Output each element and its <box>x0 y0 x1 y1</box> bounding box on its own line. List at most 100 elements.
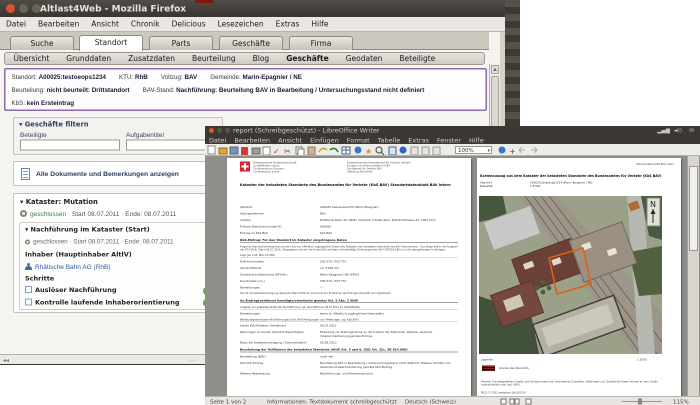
task-icon <box>25 298 32 306</box>
writer-toolbar: ✓ ✂ ★ 100% + <box>205 144 700 156</box>
svg-text:+: + <box>509 147 516 155</box>
nachfuehrung-header[interactable]: ▾ Nachführung im Kataster (Start) <box>25 226 150 234</box>
window-title: report (Schreibgeschützt) - LibreOffice … <box>233 127 380 135</box>
nachfuehrung-box: ▾ Nachführung im Kataster (Start) geschl… <box>19 222 217 310</box>
app-subtab[interactable]: Grunddaten <box>58 53 120 65</box>
close-button[interactable] <box>6 4 15 13</box>
app-subtab[interactable]: Geodaten <box>337 53 391 65</box>
menu-item[interactable]: Datei <box>0 17 32 31</box>
writer-window: report (Schreibgeschützt) - LibreOffice … <box>205 126 700 405</box>
minimize-button[interactable] <box>19 4 28 13</box>
page-indicator[interactable]: Seite 1 von 2 <box>210 399 246 405</box>
svg-text:✂: ✂ <box>284 147 291 155</box>
standort-info-box: Standort: A00025:testoeops1234 KTU: RhB Vo… <box>4 68 487 111</box>
app-tab[interactable]: Parts <box>149 36 213 50</box>
app-tab[interactable]: Geschäfte <box>219 36 283 50</box>
zoom-percent[interactable]: 115% <box>673 399 689 405</box>
app-subtab[interactable]: Beurteilung <box>184 53 245 65</box>
documents-link-box[interactable]: Alle Dokumente und Bemerkungen anzeigen <box>13 161 223 186</box>
swiss-flag-logo <box>240 161 250 172</box>
writer-menubar: Datei Bearbeiten Ansicht Einfügen Format Tabe… <box>205 135 700 145</box>
app-subtab[interactable]: Übersicht <box>5 53 58 65</box>
app-tab[interactable]: Firma <box>289 36 353 50</box>
kataster-header[interactable]: ▾ Kataster: Mutation <box>20 198 98 206</box>
menu-item[interactable]: Delicious <box>166 17 212 31</box>
hinweis-text: Hinweis: Die dargestellten Inhalte und U… <box>481 380 658 387</box>
app-tabstrip: Suche Standort Parts Geschäfte Firma <box>0 32 489 51</box>
north-arrow: N <box>646 197 661 227</box>
schritt-row[interactable]: Kontrolle laufende Inhaberorientierung <box>25 298 205 312</box>
vertical-scrollbar[interactable] <box>687 156 699 396</box>
maximize-button[interactable] <box>225 128 230 133</box>
document-area: Schweizerische Eidgenossenschaft Confédér… <box>205 156 700 396</box>
gear-icon <box>20 210 27 217</box>
field-label: Beteiligte <box>20 131 47 139</box>
document-page-2: Standortdatenblatt BAV intern Kartenausz… <box>477 158 681 396</box>
kataster-mutation-box: ▾ Kataster: Mutation geschlossen · Start… <box>13 193 223 313</box>
schritt-row[interactable]: Auslöser Nachführung <box>25 286 205 299</box>
app-tab[interactable]: Standort <box>79 35 143 51</box>
document-page-1: Schweizerische Eidgenossenschaft Confédér… <box>227 158 471 396</box>
svg-text:✓: ✓ <box>273 147 280 155</box>
menu-item[interactable]: Chronik <box>125 17 166 31</box>
map-title: Kartenauszug aus dem Kataster der belast… <box>480 174 662 178</box>
field-label: Aufgabentitel <box>126 131 164 139</box>
inhaber-row[interactable]: Rhätische Bahn AG (RhB) <box>25 263 111 271</box>
scroll-up-arrow[interactable]: ▲ <box>491 65 499 74</box>
nav-icons[interactable]: + <box>497 145 557 155</box>
close-button[interactable] <box>209 128 214 133</box>
svg-text:★: ★ <box>365 147 372 155</box>
app-subtabs: Übersicht Grunddaten Zusatzdaten Beurteilun… <box>4 52 485 65</box>
legend-label: Legende <box>481 358 493 362</box>
language-indicator[interactable]: Deutsch (Schweiz) <box>405 399 456 405</box>
volume-icon[interactable]: ◄)) <box>673 127 682 134</box>
kataster-status: geschlossen · Start 08.07.2011 · Ende: 0… <box>20 210 176 218</box>
app-subtab[interactable]: Beteiligte <box>391 53 444 65</box>
beteiligte-input[interactable] <box>20 139 120 151</box>
legend-item-label: Grenze des Standorts <box>499 366 529 370</box>
toolbar-icons[interactable]: ✓ ✂ ★ <box>207 145 452 155</box>
person-icon <box>25 263 32 270</box>
app-subtab[interactable]: Blog <box>244 53 278 65</box>
scroll-left-arrow[interactable]: ◂◂ <box>3 357 9 364</box>
zoom-slider[interactable] <box>620 398 665 405</box>
app-subtab[interactable]: Zusatzdaten <box>120 53 184 65</box>
menu-item[interactable]: Bearbeiten <box>32 17 85 31</box>
scroll-handle[interactable]: ⋯ <box>190 357 196 364</box>
menu-item[interactable]: Extras <box>270 17 306 31</box>
mail-icon[interactable]: ✉ <box>689 127 694 134</box>
nachfuehrung-status: geschlossen · Start 08.07.2011 · Ende: 0… <box>25 238 173 245</box>
document-info[interactable]: Informationen: Textdokument schreibgesch… <box>267 399 397 405</box>
documents-link[interactable]: Alle Dokumente und Bemerkungen anzeigen <box>36 170 179 178</box>
zoom-combo[interactable]: 100% <box>455 146 492 154</box>
legend-swatch <box>482 365 495 371</box>
filter-header[interactable]: ▾ Geschäfte filtern <box>19 121 89 129</box>
satellite-map: N <box>479 196 662 354</box>
network-icon[interactable]: ▂▄▆ <box>657 127 670 134</box>
inhaber-label: Inhaber (Hauptinhaber AltlV) <box>25 251 132 259</box>
app-subtab[interactable]: Geschäfte <box>278 53 337 65</box>
scroll-thumb[interactable] <box>689 166 698 251</box>
view-layout-icons[interactable] <box>500 398 540 405</box>
menu-item[interactable]: Hilfe <box>305 17 334 31</box>
writer-statusbar: Seite 1 von 2 Informationen: Textdokumen… <box>205 396 700 405</box>
menu-item[interactable]: Ansicht <box>85 17 125 31</box>
report-title: Kataster der belasteten Standorte des Bu… <box>240 183 451 187</box>
task-icon <box>25 286 32 293</box>
document-icon <box>21 168 30 180</box>
firefox-titlebar[interactable]: Altlast4Web - Mozilla Firefox <box>0 0 520 17</box>
panel-fragment <box>195 0 214 3</box>
geschaefte-filter-panel: ▾ Geschäfte filtern Beteiligte Aufgabent… <box>13 117 223 155</box>
map-scale: 1:2500 <box>637 358 647 362</box>
schritte-label: Schritte <box>25 275 55 283</box>
copyright-text: PK25 © 2011 swisstopo (JA100120) <box>481 391 526 395</box>
menu-item[interactable]: Lesezeichen <box>212 17 270 31</box>
firefox-menubar: Datei Bearbeiten Ansicht Chronik Delicious Le… <box>0 17 505 32</box>
svg-text:N: N <box>650 200 656 209</box>
page-corner-label: Standortdatenblatt BAV intern <box>636 163 674 166</box>
minimize-button[interactable] <box>217 128 222 133</box>
app-tab[interactable]: Suche <box>10 36 74 50</box>
gear-icon <box>25 239 30 245</box>
window-title: Altlast4Web - Mozilla Firefox <box>40 3 187 15</box>
writer-titlebar[interactable]: report (Schreibgeschützt) - LibreOffice … <box>205 126 700 135</box>
